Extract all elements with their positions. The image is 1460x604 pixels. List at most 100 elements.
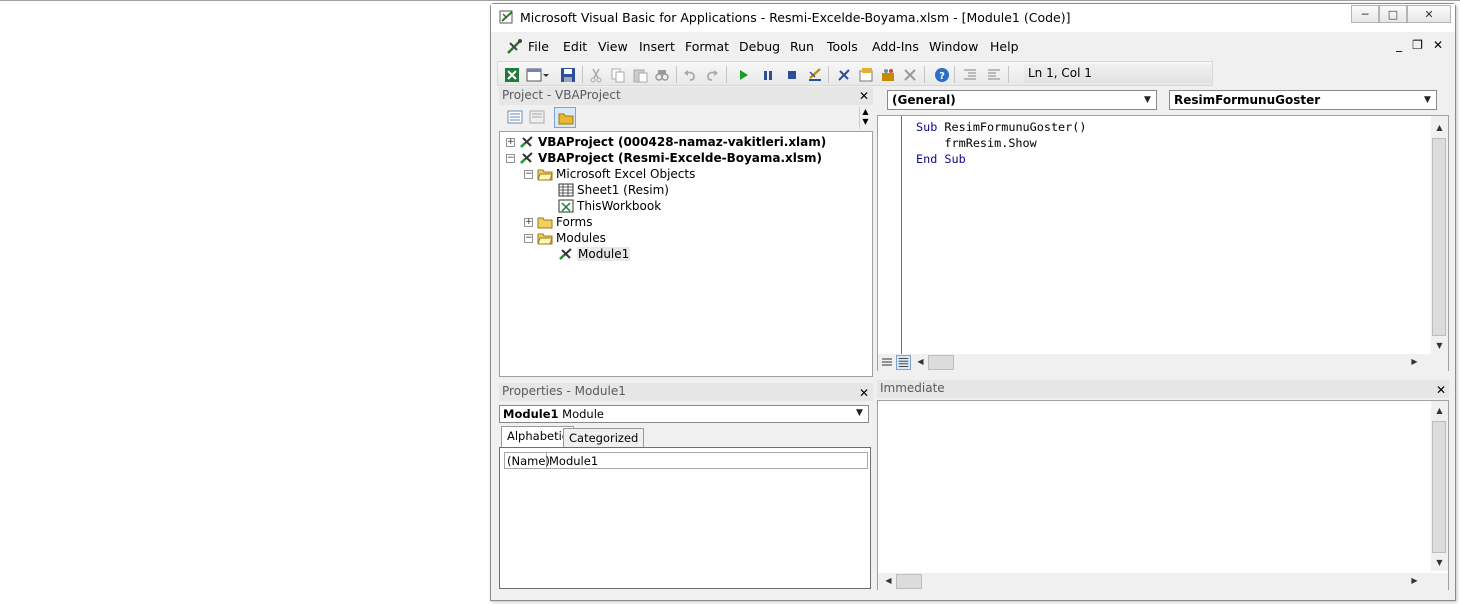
expander[interactable]: + — [506, 137, 515, 147]
tree-node-label: ThisWorkbook — [577, 199, 662, 213]
tree-node-thisworkbook[interactable]: ThisWorkbook — [558, 198, 661, 214]
indent-icon[interactable] — [962, 67, 978, 83]
reset-icon[interactable] — [784, 67, 800, 83]
properties-panel-title: Properties - Module1 — [499, 383, 873, 401]
scroll-down-icon[interactable]: ▼ — [1431, 338, 1448, 354]
code-keyword: End Sub — [916, 152, 966, 166]
paste-icon[interactable] — [632, 67, 648, 83]
menu-add-ins[interactable]: Add-Ins — [872, 39, 919, 54]
chevron-down-icon[interactable]: ▼ — [1140, 92, 1155, 108]
scroll-up-icon[interactable]: ▲ — [1431, 403, 1448, 419]
immediate-vertical-scrollbar[interactable]: ▲ ▼ — [1431, 401, 1448, 571]
insert-userform-icon[interactable] — [526, 67, 542, 83]
code-editor[interactable]: Sub ResimFormunuGoster() frmResim.Show E… — [877, 115, 1449, 371]
minimize-button[interactable]: ─ — [1351, 5, 1379, 23]
scroll-left-icon[interactable]: ◀ — [880, 573, 897, 589]
scroll-left-icon[interactable]: ◀ — [912, 354, 929, 370]
help-icon[interactable]: ? — [934, 67, 950, 83]
toolbar-separator — [1008, 66, 1009, 83]
run-icon[interactable] — [736, 67, 752, 83]
copy-icon[interactable] — [610, 67, 626, 83]
procedure-view-icon[interactable] — [880, 356, 894, 369]
code-horizontal-scrollbar[interactable]: ◀ ▶ — [878, 354, 1448, 371]
menu-insert[interactable]: Insert — [639, 39, 675, 54]
properties-object-combo[interactable]: Module1 Module ▼ — [499, 405, 869, 423]
outdent-icon[interactable] — [986, 67, 1002, 83]
object-combo[interactable]: (General) ▼ — [887, 90, 1157, 110]
tab-categorized[interactable]: Categorized — [563, 428, 645, 448]
expander[interactable]: − — [524, 169, 533, 179]
scroll-up-icon[interactable]: ▲ — [1431, 120, 1448, 136]
code-vertical-scrollbar[interactable]: ▲ ▼ — [1431, 116, 1448, 354]
tree-node-namaz-project[interactable]: + VBAProject (000428-namaz-vakitleri.xla… — [506, 134, 826, 150]
workbook-icon — [558, 199, 574, 213]
menu-tools[interactable]: Tools — [827, 39, 858, 54]
toolbox-icon[interactable] — [902, 67, 918, 83]
properties-panel-title-text: Properties - Module1 — [502, 384, 626, 398]
code-line[interactable]: Sub ResimFormunuGoster() — [916, 120, 1086, 134]
dropdown-arrow-icon[interactable] — [542, 67, 550, 83]
mdi-minimize-button[interactable]: _ — [1396, 38, 1402, 52]
menu-debug[interactable]: Debug — [739, 39, 780, 54]
code-line[interactable]: End Sub — [916, 152, 966, 166]
menu-file[interactable]: File — [528, 39, 549, 54]
menu-edit[interactable]: Edit — [563, 39, 587, 54]
scroll-thumb[interactable] — [1432, 138, 1446, 336]
cut-icon[interactable] — [588, 67, 604, 83]
scroll-thumb[interactable] — [896, 574, 922, 589]
expander[interactable]: + — [524, 217, 533, 227]
menu-format[interactable]: Format — [685, 39, 729, 54]
redo-icon[interactable] — [704, 67, 720, 83]
tree-node-sheet1[interactable]: Sheet1 (Resim) — [558, 182, 669, 198]
project-toolbar-scroll[interactable]: ▲ ▼ — [859, 107, 871, 129]
tree-node-module1[interactable]: Module1 — [558, 246, 631, 262]
project-explorer-icon[interactable] — [836, 67, 852, 83]
tree-node-label: VBAProject (Resmi-Excelde-Boyama.xlsm) — [538, 151, 823, 165]
immediate-horizontal-scrollbar[interactable]: ◀ ▶ — [878, 573, 1448, 590]
properties-panel-close-button[interactable]: ✕ — [858, 387, 870, 399]
object-browser-icon[interactable] — [880, 67, 896, 83]
tree-node-label: Microsoft Excel Objects — [556, 167, 696, 181]
chevron-down-icon[interactable]: ▼ — [1420, 92, 1435, 108]
find-icon[interactable] — [654, 67, 670, 83]
tree-node-excel-objects[interactable]: − Microsoft Excel Objects — [524, 166, 695, 182]
tree-node-modules[interactable]: − Modules — [524, 230, 606, 246]
toggle-folders-button[interactable] — [554, 107, 576, 128]
menu-view[interactable]: View — [598, 39, 628, 54]
tree-node-forms[interactable]: + Forms — [524, 214, 592, 230]
break-icon[interactable] — [760, 67, 776, 83]
scroll-thumb[interactable] — [1432, 421, 1446, 553]
project-panel-close-button[interactable]: ✕ — [858, 90, 870, 102]
tree-node-boyama-project[interactable]: − VBAProject (Resmi-Excelde-Boyama.xlsm) — [506, 150, 822, 166]
chevron-down-icon[interactable]: ▼ — [852, 406, 867, 421]
immediate-window[interactable]: ▲ ▼ ◀ ▶ — [877, 400, 1449, 590]
code-line[interactable]: frmResim.Show — [916, 136, 1036, 150]
view-excel-icon[interactable] — [504, 67, 520, 83]
properties-window-icon[interactable] — [858, 67, 874, 83]
close-button[interactable]: ✕ — [1407, 5, 1451, 23]
full-module-view-icon[interactable] — [896, 355, 911, 370]
menu-window[interactable]: Window — [929, 39, 978, 54]
expander[interactable]: − — [506, 153, 515, 163]
save-icon[interactable] — [560, 67, 576, 83]
property-row[interactable]: (Name) Module1 — [504, 452, 868, 469]
expander[interactable]: − — [524, 233, 533, 243]
procedure-combo-value: ResimFormunuGoster — [1174, 93, 1321, 107]
mdi-close-button[interactable]: ✕ — [1433, 38, 1443, 52]
maximize-button[interactable]: □ — [1379, 5, 1407, 23]
scroll-right-icon[interactable]: ▶ — [1406, 573, 1423, 589]
design-mode-icon[interactable] — [807, 67, 823, 83]
immediate-panel-close-button[interactable]: ✕ — [1435, 384, 1447, 396]
property-key: (Name) — [507, 453, 550, 468]
mdi-restore-button[interactable]: ❐ — [1412, 38, 1423, 52]
scroll-thumb[interactable] — [928, 355, 954, 370]
scroll-down-icon[interactable]: ▼ — [1431, 555, 1448, 571]
menu-help[interactable]: Help — [990, 39, 1019, 54]
view-code-icon[interactable] — [507, 110, 523, 124]
procedure-combo[interactable]: ResimFormunuGoster ▼ — [1169, 90, 1437, 110]
view-object-icon[interactable] — [529, 110, 545, 124]
property-value[interactable]: Module1 — [547, 453, 600, 468]
undo-icon[interactable] — [682, 67, 698, 83]
menu-run[interactable]: Run — [790, 39, 814, 54]
scroll-right-icon[interactable]: ▶ — [1406, 354, 1423, 370]
